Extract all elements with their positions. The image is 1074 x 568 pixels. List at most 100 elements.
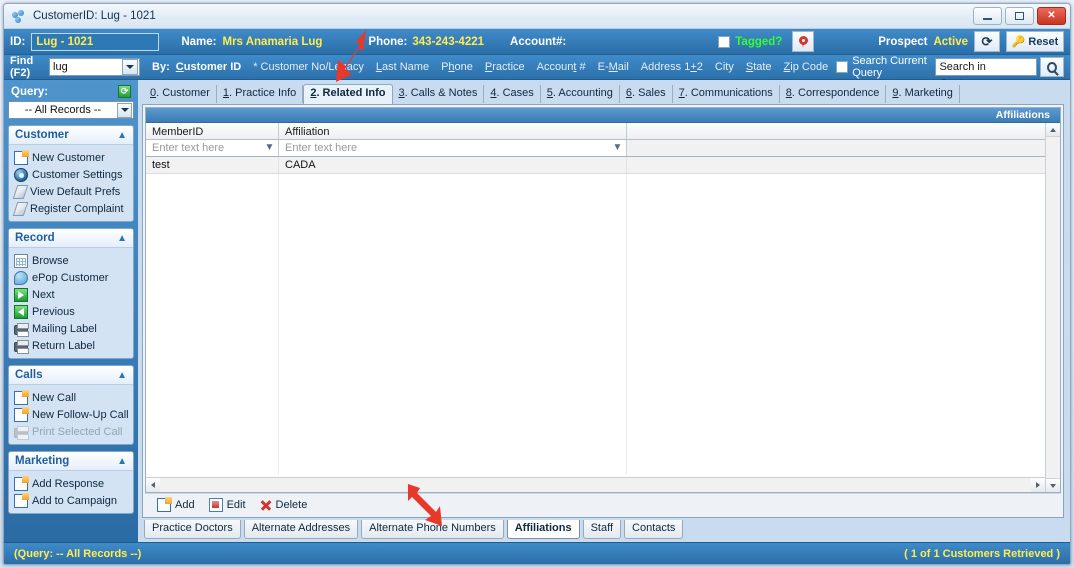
chevron-up-icon[interactable]: ▲ bbox=[117, 456, 127, 467]
customer-id-field[interactable]: Lug - 1021 bbox=[31, 32, 160, 51]
map-pin-button[interactable] bbox=[792, 31, 815, 52]
vertical-scrollbar[interactable] bbox=[1045, 123, 1060, 492]
sidebar-item-new-call[interactable]: New Call bbox=[14, 389, 130, 406]
search-button[interactable] bbox=[1040, 57, 1064, 77]
tab-customer[interactable]: 0. Customer bbox=[144, 85, 217, 103]
funnel-icon[interactable]: ▼ bbox=[611, 143, 624, 153]
filter-memberid[interactable]: Enter text here ▼ bbox=[146, 140, 279, 156]
key-icon: 🔑 bbox=[1011, 36, 1026, 48]
subtab-affiliations[interactable]: Affiliations bbox=[506, 520, 580, 539]
scroll-up-button[interactable] bbox=[1046, 123, 1060, 137]
subtab-alternate-phone-numbers[interactable]: Alternate Phone Numbers bbox=[361, 520, 504, 539]
sidebar-item-customer-settings[interactable]: Customer Settings bbox=[14, 166, 130, 183]
scroll-down-button[interactable] bbox=[1046, 478, 1060, 492]
by-option-city[interactable]: City bbox=[715, 61, 734, 73]
column-header-affiliation[interactable]: Affiliation bbox=[279, 123, 627, 139]
cell-affiliation: CADA bbox=[279, 157, 627, 173]
tagged-checkbox[interactable] bbox=[718, 35, 731, 48]
sidebar-item-register-complaint[interactable]: Register Complaint bbox=[12, 200, 130, 217]
sidebar-item-mailing-label[interactable]: Mailing Label bbox=[14, 320, 130, 337]
tab-marketing[interactable]: 9. Marketing bbox=[886, 85, 960, 103]
id-label: ID: bbox=[10, 35, 26, 48]
filter-affiliation[interactable]: Enter text here ▼ bbox=[279, 140, 627, 156]
grid-action-row: Add Edit Delete bbox=[145, 493, 1061, 515]
search-current-query-checkbox[interactable] bbox=[836, 61, 849, 73]
by-option-practice[interactable]: Practice bbox=[485, 61, 525, 73]
new-document-icon bbox=[14, 475, 29, 491]
phone-label: Phone: bbox=[368, 35, 408, 48]
tab-practice-info[interactable]: 1. Practice Info bbox=[217, 85, 304, 103]
previous-arrow-icon bbox=[14, 304, 28, 319]
edit-button-label: Edit bbox=[226, 498, 246, 511]
app-root: CustomerID: Lug - 1021 ✕ ID: Lug - 1021 … bbox=[0, 0, 1074, 568]
window-title: CustomerID: Lug - 1021 bbox=[33, 10, 156, 22]
next-arrow-icon bbox=[14, 287, 28, 302]
sidebar-item-label: Add to Campaign bbox=[32, 494, 117, 507]
maximize-button[interactable] bbox=[1005, 7, 1034, 25]
by-option-email[interactable]: E-Mail bbox=[598, 61, 629, 73]
tab-related-info[interactable]: 2. Related Info bbox=[303, 84, 393, 104]
chevron-down-icon[interactable] bbox=[122, 59, 139, 75]
subtab-alternate-addresses[interactable]: Alternate Addresses bbox=[243, 520, 359, 539]
tab-communications[interactable]: 7. Communications bbox=[673, 85, 780, 103]
by-option-phone[interactable]: Phone bbox=[441, 61, 473, 73]
by-option-customer-id[interactable]: Customer ID bbox=[176, 61, 241, 73]
find-input[interactable]: lug bbox=[49, 58, 141, 76]
minimize-button[interactable] bbox=[973, 7, 1002, 25]
sidebar-item-next[interactable]: Next bbox=[14, 286, 130, 303]
query-bar: Query: ⟳ bbox=[8, 84, 134, 101]
by-option-customer-no-legacy[interactable]: * Customer No/Legacy bbox=[253, 61, 364, 73]
tab-cases[interactable]: 4. Cases bbox=[484, 85, 541, 103]
search-input[interactable]: Search in Customer bbox=[935, 58, 1037, 90]
sidebar-item-return-label[interactable]: Return Label bbox=[14, 337, 130, 354]
subtab-practice-doctors[interactable]: Practice Doctors bbox=[144, 520, 241, 539]
query-refresh-icon[interactable]: ⟳ bbox=[118, 85, 131, 98]
subtab-staff[interactable]: Staff bbox=[582, 520, 622, 539]
sidebar-item-view-default-prefs[interactable]: View Default Prefs bbox=[12, 183, 130, 200]
sidebar-item-new-customer[interactable]: New Customer bbox=[14, 149, 130, 166]
horizontal-scrollbar[interactable] bbox=[146, 477, 1045, 492]
by-option-last-name[interactable]: Last Name bbox=[376, 61, 429, 73]
sidebar-group-header-customer[interactable]: Customer ▲ bbox=[9, 126, 133, 145]
chevron-up-icon[interactable]: ▲ bbox=[117, 370, 127, 381]
by-option-address[interactable]: Address 1+2 bbox=[641, 61, 703, 73]
tab-accounting[interactable]: 5. Accounting bbox=[541, 85, 620, 103]
chevron-down-icon[interactable] bbox=[117, 102, 132, 118]
scroll-right-button[interactable] bbox=[1031, 478, 1045, 492]
sidebar-group-header-marketing[interactable]: Marketing ▲ bbox=[9, 452, 133, 471]
add-button[interactable]: Add bbox=[157, 496, 195, 512]
sidebar-group-title: Calls bbox=[15, 369, 43, 381]
tab-calls-notes[interactable]: 3. Calls & Notes bbox=[393, 85, 485, 103]
sidebar-group-header-calls[interactable]: Calls ▲ bbox=[9, 366, 133, 385]
chevron-up-icon[interactable]: ▲ bbox=[117, 130, 127, 141]
query-select[interactable]: -- All Records -- bbox=[8, 101, 134, 119]
sidebar-group-header-record[interactable]: Record ▲ bbox=[9, 229, 133, 248]
reset-button[interactable]: 🔑 Reset bbox=[1006, 31, 1064, 52]
sidebar-item-epop-customer[interactable]: ePop Customer bbox=[14, 269, 130, 286]
sidebar-item-browse[interactable]: Browse bbox=[14, 252, 130, 269]
scroll-left-button[interactable] bbox=[146, 478, 160, 492]
tab-sales[interactable]: 6. Sales bbox=[620, 85, 673, 103]
by-option-account[interactable]: Account # bbox=[537, 61, 586, 73]
edit-button[interactable]: Edit bbox=[208, 497, 246, 512]
table-row[interactable]: test CADA bbox=[146, 157, 1045, 174]
sidebar-item-previous[interactable]: Previous bbox=[14, 303, 130, 320]
sidebar-item-new-followup-call[interactable]: New Follow-Up Call bbox=[14, 406, 130, 423]
by-option-state[interactable]: State bbox=[746, 61, 772, 73]
sidebar-item-add-to-campaign[interactable]: Add to Campaign bbox=[14, 492, 130, 509]
by-option-zip[interactable]: Zip Code bbox=[784, 61, 829, 73]
sidebar-item-label: Browse bbox=[32, 254, 69, 267]
customer-name-value: Mrs Anamaria Lug bbox=[222, 35, 323, 48]
funnel-icon[interactable]: ▼ bbox=[263, 143, 276, 153]
close-button[interactable]: ✕ bbox=[1037, 7, 1066, 25]
chevron-up-icon[interactable]: ▲ bbox=[117, 233, 127, 244]
tab-correspondence[interactable]: 8. Correspondence bbox=[780, 85, 887, 103]
table-row bbox=[146, 174, 1045, 474]
status-query-text: (Query: -- All Records --) bbox=[14, 547, 142, 560]
refresh-button[interactable]: ⟳ bbox=[974, 31, 1000, 52]
delete-button-label: Delete bbox=[275, 498, 308, 511]
subtab-contacts[interactable]: Contacts bbox=[624, 520, 684, 539]
delete-button[interactable]: Delete bbox=[260, 499, 308, 511]
column-header-memberid[interactable]: MemberID bbox=[146, 123, 279, 139]
sidebar-item-add-response[interactable]: Add Response bbox=[14, 475, 130, 492]
